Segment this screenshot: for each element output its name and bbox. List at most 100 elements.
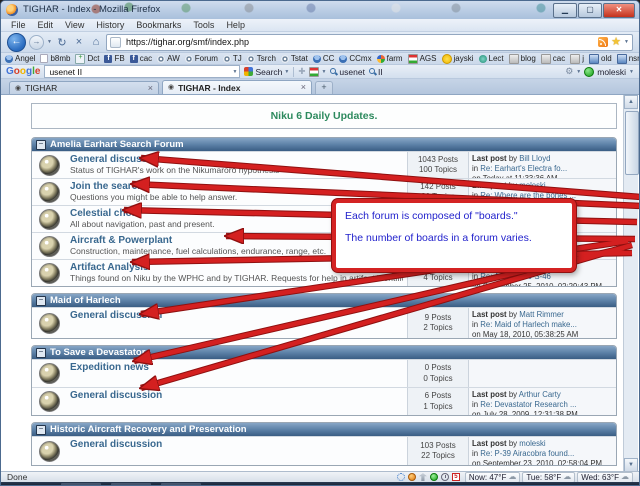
url-bar[interactable]: ★ ▼ bbox=[105, 33, 633, 51]
lastpost-topic-link[interactable]: Re: Maid of Harlech make... bbox=[480, 320, 577, 329]
tab-close-icon[interactable]: × bbox=[301, 83, 306, 92]
bookmark-dct[interactable]: Dct bbox=[75, 53, 99, 64]
google-search-input[interactable] bbox=[47, 65, 233, 78]
bookmark-aw[interactable]: AW bbox=[157, 54, 180, 63]
menu-item-edit[interactable]: Edit bbox=[32, 20, 60, 30]
bookmark-ccmx[interactable]: CCmx bbox=[339, 54, 372, 63]
tab-tighar[interactable]: ◉ TIGHAR × bbox=[9, 81, 159, 94]
bookmark-old[interactable]: old bbox=[589, 53, 612, 64]
weather-segment[interactable]: Wed: 63°F ☁ bbox=[577, 471, 633, 483]
bookmark-b8mb[interactable]: b8mb bbox=[40, 54, 70, 63]
menu-item-bookmarks[interactable]: Bookmarks bbox=[130, 20, 187, 30]
lastpost-author-link[interactable]: Matt Rimmer bbox=[519, 310, 564, 319]
bookmark-blog[interactable]: blog bbox=[508, 53, 536, 64]
category-header[interactable]: − Historic Aircraft Recovery and Preserva… bbox=[32, 423, 616, 436]
google-account-name[interactable]: moleski bbox=[597, 67, 626, 77]
bookmark-tj[interactable]: TJ bbox=[222, 54, 242, 63]
status-dot-icon[interactable] bbox=[429, 473, 438, 481]
stop-button[interactable]: × bbox=[72, 36, 86, 48]
menu-item-view[interactable]: View bbox=[59, 20, 90, 30]
collapse-icon[interactable]: − bbox=[36, 139, 46, 150]
bookmark-forum[interactable]: Forum bbox=[184, 54, 218, 63]
menu-item-tools[interactable]: Tools bbox=[187, 20, 220, 30]
bookmark-tstat[interactable]: Tstat bbox=[280, 54, 308, 63]
bookmark-fb[interactable]: FB bbox=[104, 54, 125, 63]
bookmark-cac[interactable]: cac bbox=[129, 54, 152, 63]
url-dropdown-icon[interactable]: ▼ bbox=[624, 39, 629, 45]
back-button[interactable]: ← bbox=[7, 32, 26, 52]
board-link[interactable]: General discussion bbox=[70, 154, 403, 165]
sync-icon[interactable] bbox=[396, 473, 405, 481]
board-link[interactable]: General discussion bbox=[70, 439, 403, 450]
usb-icon[interactable] bbox=[418, 473, 427, 481]
weather-segment[interactable]: Tue: 58°F ☁ bbox=[522, 471, 576, 483]
lastpost-author-link[interactable]: moleski bbox=[519, 181, 545, 190]
google-search-box[interactable]: ▼ bbox=[44, 65, 241, 78]
word-find-button-1[interactable]: usenet bbox=[330, 67, 365, 77]
bookmark-ags[interactable]: AGS bbox=[407, 53, 437, 64]
board-link[interactable]: General discussion bbox=[70, 390, 403, 401]
close-button[interactable]: ✕ bbox=[603, 3, 635, 18]
rss-icon[interactable] bbox=[598, 37, 609, 47]
collapse-icon[interactable]: − bbox=[36, 295, 46, 306]
lastpost-topic-link[interactable]: Re: Artifact 2-6-S-46 bbox=[480, 272, 551, 281]
alert-icon[interactable] bbox=[407, 473, 416, 481]
reload-button[interactable]: ↻ bbox=[55, 36, 69, 49]
tab-close-icon[interactable]: × bbox=[148, 83, 153, 93]
scrollbar-thumb[interactable] bbox=[625, 111, 639, 175]
collapse-icon[interactable]: − bbox=[36, 424, 46, 435]
word-find-button-2[interactable]: II bbox=[368, 67, 383, 77]
scroll-up-icon[interactable]: ▲ bbox=[624, 95, 638, 109]
search-options-dropdown-icon[interactable]: ▼ bbox=[284, 69, 289, 75]
bookmark-farm[interactable]: farm bbox=[376, 54, 403, 63]
new-tab-button[interactable]: + bbox=[315, 81, 333, 94]
bookmark-cac[interactable]: cac bbox=[540, 53, 565, 64]
maximize-button[interactable]: ▢ bbox=[578, 3, 602, 18]
wrench-icon[interactable]: ⚙ bbox=[565, 66, 573, 77]
bookmark-tsrch[interactable]: Tsrch bbox=[246, 54, 276, 63]
history-dropdown-icon[interactable]: ▼ bbox=[47, 39, 52, 45]
lastpost-topic-link[interactable]: Re: Earhart's Electra fo... bbox=[480, 164, 567, 173]
vertical-scrollbar[interactable]: ▲ ▼ bbox=[623, 95, 639, 472]
bookmark-star-icon[interactable]: ★ bbox=[611, 37, 621, 48]
board-link[interactable]: Join the search bbox=[70, 181, 403, 192]
bookmark-jayski[interactable]: jayski bbox=[441, 53, 474, 64]
account-dropdown-icon[interactable]: ▼ bbox=[629, 69, 634, 75]
board-link[interactable]: Expedition news bbox=[70, 362, 403, 373]
lastpost-author-link[interactable]: Bill Lloyd bbox=[519, 154, 550, 163]
lastpost-author-link[interactable]: Arthur Carty bbox=[519, 390, 561, 399]
calendar-icon[interactable]: 5 bbox=[451, 473, 460, 481]
menu-item-file[interactable]: File bbox=[5, 20, 32, 30]
home-button[interactable]: ⌂ bbox=[89, 36, 103, 48]
tab-tighar-index[interactable]: ◉ TIGHAR - Index × bbox=[162, 80, 312, 94]
bookmark-cc[interactable]: CC bbox=[312, 54, 334, 63]
board-link[interactable]: General discussion bbox=[70, 310, 403, 321]
category-header[interactable]: − Maid of Harlech bbox=[32, 294, 616, 307]
clock-icon[interactable] bbox=[440, 473, 449, 481]
site-identity-icon[interactable] bbox=[109, 36, 121, 48]
scroll-down-icon[interactable]: ▼ bbox=[624, 458, 638, 472]
bookmark-angel[interactable]: Angel bbox=[5, 54, 35, 63]
bookmark-lect[interactable]: Lect bbox=[478, 54, 504, 63]
lastpost-author-link[interactable]: moleski bbox=[519, 439, 545, 448]
lastpost-topic-link[interactable]: Re: Devastator Research ... bbox=[480, 400, 576, 409]
toolbar-settings-dropdown-icon[interactable]: ▼ bbox=[576, 69, 581, 75]
highlight-button[interactable]: ✚ bbox=[298, 66, 305, 77]
category-header[interactable]: − To Save a Devastator bbox=[32, 346, 616, 359]
category-header[interactable]: − Amelia Earhart Search Forum bbox=[32, 138, 616, 151]
minimize-button[interactable]: ▁ bbox=[553, 3, 577, 18]
weather-segment[interactable]: Now: 47°F ☁ bbox=[464, 471, 521, 483]
toolbar-extra-button[interactable]: ▼ bbox=[309, 66, 326, 77]
windows-taskbar[interactable] bbox=[1, 482, 639, 485]
google-search-dropdown-icon[interactable]: ▼ bbox=[233, 69, 238, 75]
bookmark-nsrca_us[interactable]: nsrca_us bbox=[616, 53, 639, 64]
bookmark-j[interactable]: j bbox=[570, 53, 584, 64]
lastpost-topic-link[interactable]: Re: P-39 Airacobra found... bbox=[480, 449, 574, 458]
menu-item-help[interactable]: Help bbox=[220, 20, 251, 30]
forward-button[interactable]: → bbox=[29, 34, 44, 50]
collapse-icon[interactable]: − bbox=[36, 347, 46, 358]
google-search-button[interactable]: Search ▼ bbox=[244, 67, 289, 77]
url-input[interactable] bbox=[123, 36, 596, 48]
weather-label: Tue: 58°F bbox=[526, 472, 562, 482]
menu-item-history[interactable]: History bbox=[90, 20, 130, 30]
